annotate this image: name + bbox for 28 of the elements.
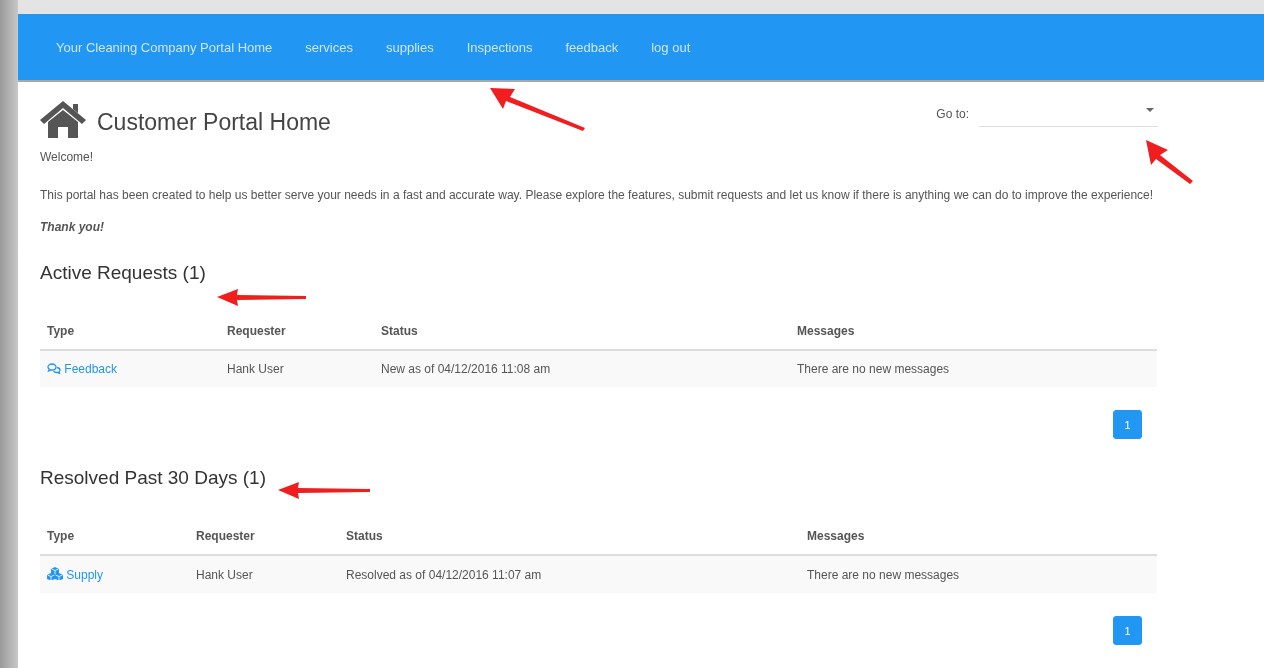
nav-link[interactable]: feedback xyxy=(565,39,619,55)
table-cell: There are no new messages xyxy=(790,350,1157,387)
table-cell: There are no new messages xyxy=(800,555,1157,593)
home-icon xyxy=(40,100,86,138)
nav-link[interactable]: supplies xyxy=(386,39,434,55)
welcome-text: Welcome! xyxy=(40,150,95,164)
nav-link[interactable]: services xyxy=(305,39,353,55)
caret-icon xyxy=(1146,108,1154,112)
page-title: Customer Portal Home xyxy=(97,108,331,136)
table-cell: Hank User xyxy=(220,350,374,387)
speech-bubbles-icon xyxy=(47,363,61,374)
type-link[interactable]: Feedback xyxy=(47,362,118,376)
goto-label: Go to: xyxy=(936,107,969,121)
brand-link[interactable]: Your Cleaning Company Portal Home xyxy=(56,39,273,55)
nav-link[interactable]: log out xyxy=(651,39,691,55)
section-title: Active Requests (1) xyxy=(40,261,207,285)
page-button[interactable]: 1 xyxy=(1113,410,1142,439)
table-cell: New as of 04/12/2016 11:08 am xyxy=(374,350,790,387)
section-title: Resolved Past 30 Days (1) xyxy=(40,466,267,490)
annotation-arrow xyxy=(1146,140,1193,184)
cubes-icon xyxy=(47,567,63,580)
table-cell: Hank User xyxy=(189,555,339,593)
table-cell: Resolved as of 04/12/2016 11:07 am xyxy=(339,555,800,593)
type-link[interactable]: Supply xyxy=(47,568,104,582)
page-button[interactable]: 1 xyxy=(1113,616,1142,645)
signoff-text: Thank you! xyxy=(40,220,105,234)
intro-paragraph: This portal has been created to help us better serve your needs in a fast and accurate way. Please explore the features, submit requests and let us know if there is anything we can do to improve the experience! xyxy=(40,187,1155,204)
nav-link[interactable]: Inspections xyxy=(466,39,533,55)
